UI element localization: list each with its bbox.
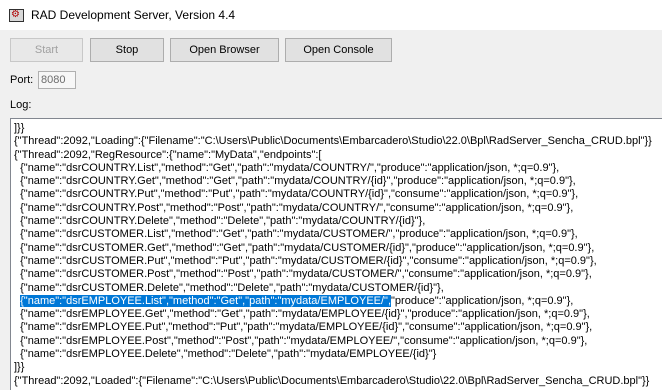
log-line: {"name":"dsrCUSTOMER.Get","method":"Get"… <box>14 241 595 254</box>
log-line: ]}} <box>14 361 25 374</box>
log-line: {"name":"dsrCOUNTRY.Delete","method":"De… <box>14 215 426 228</box>
title-bar: ⚙ RAD Development Server, Version 4.4 <box>0 0 662 30</box>
start-button[interactable]: Start <box>10 38 83 62</box>
port-input[interactable] <box>38 71 76 89</box>
log-selection: {"name":"dsrEMPLOYEE.List","method":"Get… <box>20 294 392 307</box>
log-line: {"name":"dsrCOUNTRY.Put","method":"Put",… <box>14 188 579 201</box>
log-line: {"name":"dsrCOUNTRY.Get","method":"Get",… <box>14 175 576 188</box>
log-line: {"Thread":2092,"RegResource":{"name":"My… <box>14 148 322 161</box>
log-line: {"name":"dsrEMPLOYEE.Post","method":"Pos… <box>14 334 588 347</box>
open-console-button[interactable]: Open Console <box>285 38 392 62</box>
log-textarea[interactable]: ]}} {"Thread":2092,"Loading":{"Filename":… <box>10 118 662 390</box>
log-label: Log: <box>10 99 32 111</box>
log-line: {"name":"dsrCOUNTRY.List","method":"Get"… <box>14 161 560 174</box>
log-line: {"name":"dsrEMPLOYEE.List","method":"Get… <box>20 294 574 307</box>
log-line: ]}} <box>14 122 25 134</box>
log-line: {"Thread":2092,"Loading":{"Filename":"C:… <box>14 135 652 148</box>
open-browser-button[interactable]: Open Browser <box>170 38 279 62</box>
port-row: Port: <box>0 70 662 92</box>
port-label: Port: <box>10 74 34 86</box>
log-lines: ]}} {"Thread":2092,"Loading":{"Filename":… <box>14 122 652 388</box>
log-line: {"name":"dsrCUSTOMER.Post","method":"Pos… <box>14 268 592 281</box>
log-line: {"name":"dsrCUSTOMER.Put","method":"Put"… <box>14 254 597 267</box>
log-line: {"name":"dsrCUSTOMER.List","method":"Get… <box>14 228 578 241</box>
log-line: {"name":"dsrCUSTOMER.Delete","method":"D… <box>14 281 444 294</box>
log-line: {"name":"dsrEMPLOYEE.Get","method":"Get"… <box>14 308 590 321</box>
log-line: {"Thread":2092,"Loaded":{"Filename":"C:\… <box>14 374 650 387</box>
toolbar: Start Stop Open Browser Open Console <box>0 30 662 68</box>
app-icon: ⚙ <box>8 7 24 23</box>
stop-button[interactable]: Stop <box>90 38 164 62</box>
window-title: RAD Development Server, Version 4.4 <box>31 8 236 22</box>
log-line: {"name":"dsrEMPLOYEE.Put","method":"Put"… <box>14 321 593 334</box>
log-line: {"name":"dsrCOUNTRY.Post","method":"Post… <box>14 201 574 214</box>
log-line: {"name":"dsrEMPLOYEE.Delete","method":"D… <box>14 348 437 361</box>
